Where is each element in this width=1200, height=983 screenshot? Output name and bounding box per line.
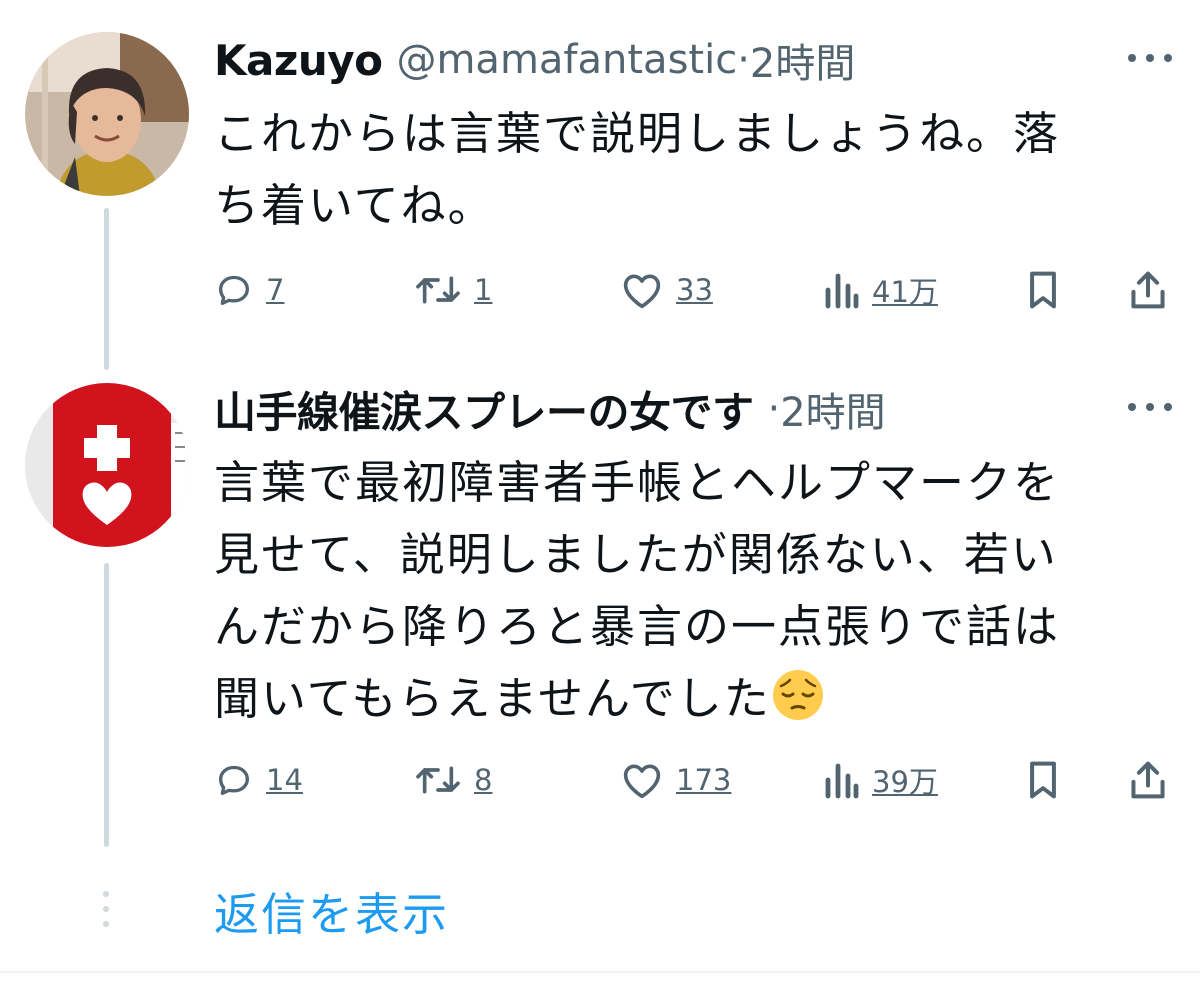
- tweet[interactable]: 山手線催涙スプレーの女です · 2時間 言葉で最初障害者手帳とヘルプマークを 見…: [0, 383, 1200, 863]
- tweet-text: これからは言葉で説明しましょうね。落 ち着いてね。: [214, 107, 1061, 232]
- retweet-button[interactable]: 8: [414, 750, 492, 810]
- more-options-button[interactable]: [1128, 48, 1172, 68]
- like-count: 173: [676, 763, 732, 797]
- views-button[interactable]: 41万: [824, 260, 938, 320]
- share-button[interactable]: [1128, 260, 1168, 320]
- avatar[interactable]: [25, 383, 189, 547]
- tweet-header: Kazuyo @mamafantastic · 2時間: [214, 30, 855, 90]
- action-bar: 7 1 33 41万: [214, 260, 1174, 320]
- separator-dot: ·: [737, 37, 750, 83]
- pensive-face-icon: [771, 668, 825, 722]
- bookmark-button[interactable]: [1026, 750, 1060, 810]
- retweet-count: 1: [474, 273, 493, 307]
- views-icon: [825, 763, 859, 799]
- separator-dot: ·: [767, 386, 781, 432]
- more-icon: [1128, 403, 1136, 411]
- share-icon: [1131, 761, 1165, 799]
- more-replies-dots-icon: [101, 891, 111, 927]
- reply-count: 14: [266, 763, 303, 797]
- reply-icon: [219, 275, 249, 305]
- share-icon: [1131, 271, 1165, 309]
- tweet-header: 山手線催涙スプレーの女です · 2時間: [214, 379, 886, 439]
- bookmark-button[interactable]: [1026, 260, 1060, 320]
- views-button[interactable]: 39万: [824, 750, 938, 810]
- like-button[interactable]: 173: [620, 750, 731, 810]
- avatar[interactable]: [25, 32, 189, 196]
- like-button[interactable]: 33: [620, 260, 713, 320]
- retweet-button[interactable]: 1: [414, 260, 492, 320]
- show-replies-link[interactable]: 返信を表示: [214, 878, 449, 943]
- retweet-count: 8: [474, 763, 493, 797]
- reply-count: 7: [266, 273, 285, 307]
- display-name[interactable]: Kazuyo: [214, 36, 383, 85]
- share-button[interactable]: [1128, 750, 1168, 810]
- timestamp[interactable]: 2時間: [750, 31, 855, 89]
- action-bar: 14 8 173 39万: [214, 750, 1174, 810]
- reply-icon: [219, 765, 249, 795]
- tweet-text-body: 言葉で最初障害者手帳とヘルプマークを 見せて、説明しましたが関係ない、若い んだ…: [214, 456, 1061, 725]
- reply-button[interactable]: 7: [214, 260, 284, 320]
- like-icon: [623, 274, 661, 309]
- more-icon: [1128, 54, 1136, 62]
- views-icon: [825, 273, 859, 309]
- more-options-button[interactable]: [1128, 397, 1172, 417]
- divider: [0, 971, 1200, 973]
- retweet-icon: [416, 276, 460, 304]
- like-icon: [623, 764, 661, 799]
- tweet[interactable]: Kazuyo @mamafantastic · 2時間 これからは言葉で説明しま…: [0, 32, 1200, 332]
- reply-button[interactable]: 14: [214, 750, 303, 810]
- views-count: 39万: [872, 765, 938, 799]
- tweet-text: 言葉で最初障害者手帳とヘルプマークを 見せて、説明しましたが関係ない、若い んだ…: [214, 447, 1164, 735]
- timestamp[interactable]: 2時間: [780, 380, 885, 438]
- bookmark-icon: [1030, 271, 1056, 309]
- retweet-icon: [416, 766, 460, 794]
- display-name[interactable]: 山手線催涙スプレーの女です: [214, 379, 754, 440]
- user-handle[interactable]: @mamafantastic: [396, 37, 737, 83]
- bookmark-icon: [1030, 761, 1056, 799]
- views-count: 41万: [872, 275, 938, 309]
- like-count: 33: [676, 273, 713, 307]
